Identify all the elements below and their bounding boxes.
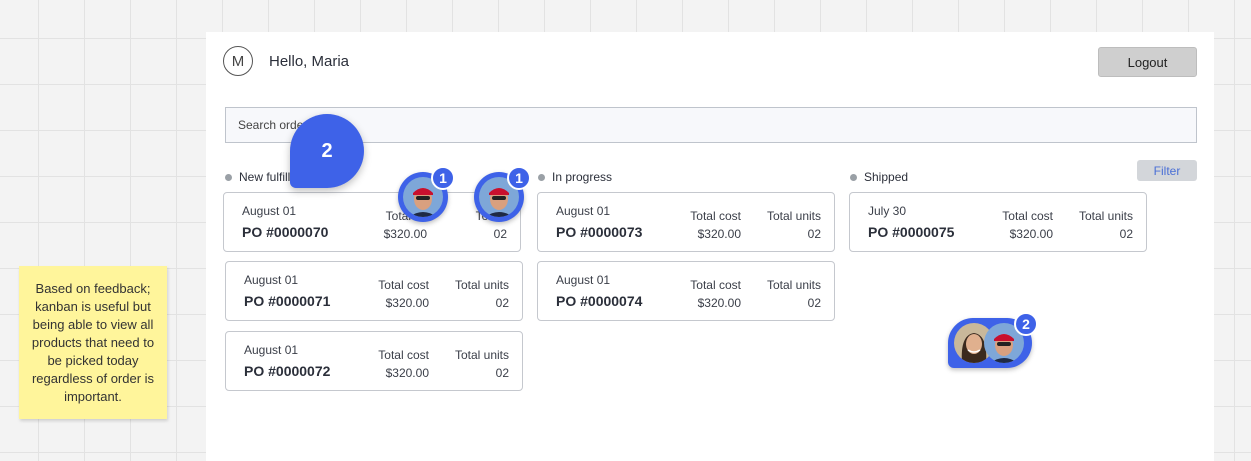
total-cost-label: Total cost — [1002, 209, 1053, 223]
total-units-label: Total units — [766, 209, 821, 223]
comment-avatar-bubble[interactable]: 1 — [398, 166, 455, 222]
total-cost-value: $320.00 — [1009, 227, 1053, 241]
order-date: August 01 — [556, 204, 611, 218]
order-number: PO #0000071 — [244, 293, 331, 309]
total-units-value: 02 — [1119, 227, 1133, 241]
order-number: PO #0000073 — [556, 224, 643, 240]
filter-button[interactable]: Filter — [1137, 160, 1197, 181]
status-dot-icon — [538, 173, 545, 181]
total-cost-value: $320.00 — [385, 366, 429, 380]
total-units-value: 02 — [495, 296, 509, 310]
comment-count-badge: 2 — [1014, 312, 1038, 336]
total-units-label: Total units — [766, 278, 821, 292]
order-card[interactable]: August 01 PO #0000071 Total cost $320.00… — [225, 261, 523, 321]
column-header-in-progress: In progress — [538, 170, 612, 184]
order-number: PO #0000074 — [556, 293, 643, 309]
avatar[interactable]: M — [223, 46, 253, 76]
comment-avatar-bubble[interactable]: 1 — [474, 166, 531, 222]
order-date: August 01 — [244, 273, 299, 287]
comment-count-badge: 1 — [507, 166, 531, 190]
order-date: August 01 — [244, 343, 299, 357]
status-dot-icon — [225, 173, 232, 181]
total-cost-label: Total cost — [690, 278, 741, 292]
order-date: July 30 — [868, 204, 907, 218]
greeting-text: Hello, Maria — [269, 53, 350, 70]
total-cost-label: Total cost — [378, 278, 429, 292]
total-units-value: 02 — [495, 366, 509, 380]
order-number: PO #0000072 — [244, 363, 331, 379]
total-cost-value: $320.00 — [697, 296, 741, 310]
order-number: PO #0000075 — [868, 224, 955, 240]
total-units-label: Total units — [454, 348, 509, 362]
total-cost-label: Total cost — [690, 209, 741, 223]
status-dot-icon — [850, 173, 857, 181]
order-number: PO #0000070 — [242, 224, 329, 240]
column-title: In progress — [552, 170, 613, 184]
comment-count-badge: 1 — [431, 166, 455, 190]
total-units-label: Total units — [1078, 209, 1133, 223]
total-cost-value: $320.00 — [385, 296, 429, 310]
order-card[interactable]: August 01 PO #0000072 Total cost $320.00… — [225, 331, 523, 391]
order-date: August 01 — [556, 273, 611, 287]
order-card[interactable]: July 30 PO #0000075 Total cost $320.00 T… — [849, 192, 1147, 252]
total-cost-label: Total cost — [378, 348, 429, 362]
app-frame: M Hello, Maria Logout Search orde Filter… — [206, 32, 1214, 461]
sticky-note[interactable]: Based on feedback; kanban is useful but … — [19, 266, 167, 419]
order-date: August 01 — [242, 204, 297, 218]
total-units-label: Total units — [454, 278, 509, 292]
column-title: Shipped — [864, 170, 909, 184]
order-card[interactable]: August 01 PO #0000074 Total cost $320.00… — [537, 261, 835, 321]
order-card[interactable]: August 01 PO #0000073 Total cost $320.00… — [537, 192, 835, 252]
column-header-shipped: Shipped — [850, 170, 908, 184]
total-cost-value: $320.00 — [383, 227, 427, 241]
comment-avatar-group-bubble[interactable]: 2 — [948, 312, 1038, 368]
logout-button[interactable]: Logout — [1098, 47, 1197, 77]
total-units-value: 02 — [493, 227, 507, 241]
search-input[interactable]: Search orde — [225, 107, 1197, 143]
total-units-value: 02 — [807, 296, 821, 310]
total-units-value: 02 — [807, 227, 821, 241]
total-cost-value: $320.00 — [697, 227, 741, 241]
comment-bubble[interactable]: 2 — [290, 114, 364, 188]
